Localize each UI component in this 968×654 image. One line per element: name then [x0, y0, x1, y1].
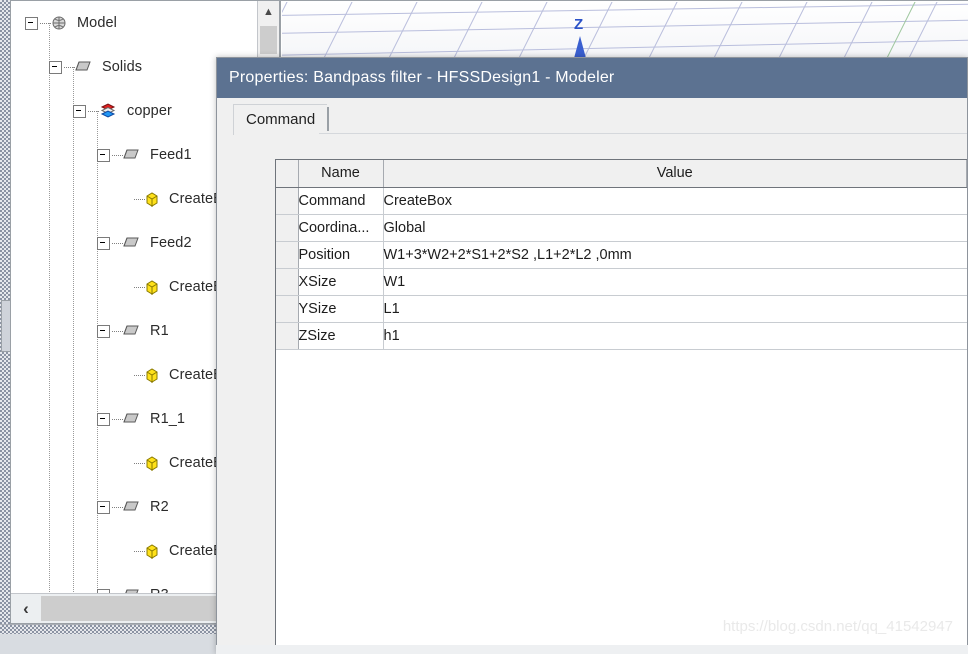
material-stack-icon	[99, 103, 122, 119]
tree-expander-collapse-icon[interactable]	[97, 324, 110, 338]
tree-connector-line	[112, 418, 123, 420]
property-value-cell[interactable]: h1	[383, 322, 967, 350]
property-name-cell: XSize	[298, 268, 384, 296]
tree-expander-collapse-icon[interactable]	[73, 104, 86, 118]
row-selector-cell[interactable]	[276, 241, 299, 269]
z-axis-label: Z	[574, 16, 584, 33]
tab-command-label: Command	[246, 111, 316, 128]
property-value-cell[interactable]: W1	[383, 268, 967, 296]
properties-table-body: Command CreateBox Coordina... Global Positio…	[276, 187, 967, 350]
create-box-icon	[145, 367, 164, 383]
tree-connector-line	[134, 286, 145, 288]
tree-connector-line	[112, 330, 123, 332]
create-box-icon	[145, 191, 164, 207]
property-name-cell: Command	[298, 187, 384, 215]
window-bottom-bar	[216, 645, 968, 654]
property-name-cell: Position	[298, 241, 384, 269]
dialog-title-bar[interactable]: Properties: Bandpass filter - HFSSDesign…	[217, 58, 967, 98]
tree-item-label: Model	[77, 15, 117, 31]
tree-connector-line	[40, 22, 51, 24]
panel-splitter[interactable]	[0, 0, 11, 624]
row-selector-header	[276, 160, 299, 188]
tree-connector-line	[112, 154, 123, 156]
row-selector-cell[interactable]	[276, 214, 299, 242]
tree-connector-line	[134, 374, 145, 376]
table-header-row: Name Value	[276, 160, 967, 188]
tree-connector-line	[134, 198, 145, 200]
column-header-value[interactable]: Value	[383, 160, 967, 188]
solid-object-icon	[123, 412, 145, 426]
table-row[interactable]: Command CreateBox	[276, 187, 967, 215]
chevron-left-icon[interactable]: ‹	[13, 596, 39, 621]
tree-expander-collapse-icon[interactable]	[97, 412, 110, 426]
property-name-cell: ZSize	[298, 322, 384, 350]
create-box-icon	[145, 455, 164, 471]
solid-object-icon	[123, 236, 145, 250]
row-selector-cell[interactable]	[276, 268, 299, 296]
table-row[interactable]: XSize W1	[276, 268, 967, 296]
perspective-grid-icon	[282, 2, 968, 62]
bottom-splitter-hatch[interactable]	[0, 625, 216, 634]
property-value-cell[interactable]: L1	[383, 295, 967, 323]
create-box-icon	[145, 543, 164, 559]
tree-item-label: R1	[150, 323, 169, 339]
chevron-up-icon[interactable]: ▲	[258, 1, 279, 22]
property-value-cell[interactable]: CreateBox	[383, 187, 967, 215]
property-name-cell: YSize	[298, 295, 384, 323]
tree-item-label: Feed1	[150, 147, 192, 163]
table-row[interactable]: Position W1+3*W2+2*S1+2*S2 ,L1+2*L2 ,0mm	[276, 241, 967, 269]
modeler-3d-viewport[interactable]: Z	[280, 0, 968, 63]
tab-command[interactable]: Command	[233, 104, 328, 135]
property-name-cell: Coordina...	[298, 214, 384, 242]
tree-connector-line	[112, 242, 123, 244]
table-row[interactable]: YSize L1	[276, 295, 967, 323]
dialog-tab-strip: Command	[217, 98, 967, 135]
solid-object-icon	[123, 324, 145, 338]
tree-expander-collapse-icon[interactable]	[49, 60, 62, 74]
solid-object-icon	[123, 500, 145, 514]
table-row[interactable]: Coordina... Global	[276, 214, 967, 242]
tree-item-label: Feed2	[150, 235, 192, 251]
tree-connector-line	[112, 506, 123, 508]
column-header-name[interactable]: Name	[298, 160, 384, 188]
solid-object-icon	[123, 148, 145, 162]
tree-connector-line	[134, 462, 145, 464]
table-row[interactable]: ZSize h1	[276, 322, 967, 350]
tree-item-label: copper	[127, 103, 172, 119]
row-selector-cell[interactable]	[276, 295, 299, 323]
tree-expander-collapse-icon[interactable]	[25, 16, 38, 30]
solids-folder-icon	[75, 60, 97, 74]
model-globe-icon	[51, 15, 72, 31]
row-selector-cell[interactable]	[276, 187, 299, 215]
tree-bottom-strip	[0, 624, 216, 654]
tree-expander-collapse-icon[interactable]	[97, 148, 110, 162]
tree-vertical-scroll-thumb[interactable]	[260, 26, 277, 54]
tab-strip-underline	[319, 133, 967, 134]
tree-connector-line	[64, 66, 75, 68]
tree-connector-line	[134, 550, 145, 552]
tree-item-label: Solids	[102, 59, 143, 75]
tree-expander-collapse-icon[interactable]	[97, 500, 110, 514]
app-root: Z Model Solids copper Feed1 CreateBox Feed2 Cr…	[0, 0, 968, 654]
viewport-canvas[interactable]: Z	[282, 2, 968, 62]
tree-item-label: R1_1	[150, 411, 186, 427]
tree-item-model[interactable]: Model	[11, 1, 257, 45]
tree-connector-line	[88, 110, 99, 112]
dialog-title: Properties: Bandpass filter - HFSSDesign…	[229, 69, 615, 86]
tree-expander-collapse-icon[interactable]	[97, 236, 110, 250]
properties-dialog: Properties: Bandpass filter - HFSSDesign…	[216, 57, 968, 654]
tab-separator	[327, 107, 330, 131]
create-box-icon	[145, 279, 164, 295]
property-value-cell[interactable]: Global	[383, 214, 967, 242]
row-selector-cell[interactable]	[276, 322, 299, 350]
tree-item-label: R2	[150, 499, 169, 515]
properties-table: Name Value Command CreateBox Coordina... Gl…	[276, 160, 967, 350]
property-value-cell[interactable]: W1+3*W2+2*S1+2*S2 ,L1+2*L2 ,0mm	[383, 241, 967, 269]
properties-table-container[interactable]: Name Value Command CreateBox Coordina... Gl…	[275, 159, 967, 653]
